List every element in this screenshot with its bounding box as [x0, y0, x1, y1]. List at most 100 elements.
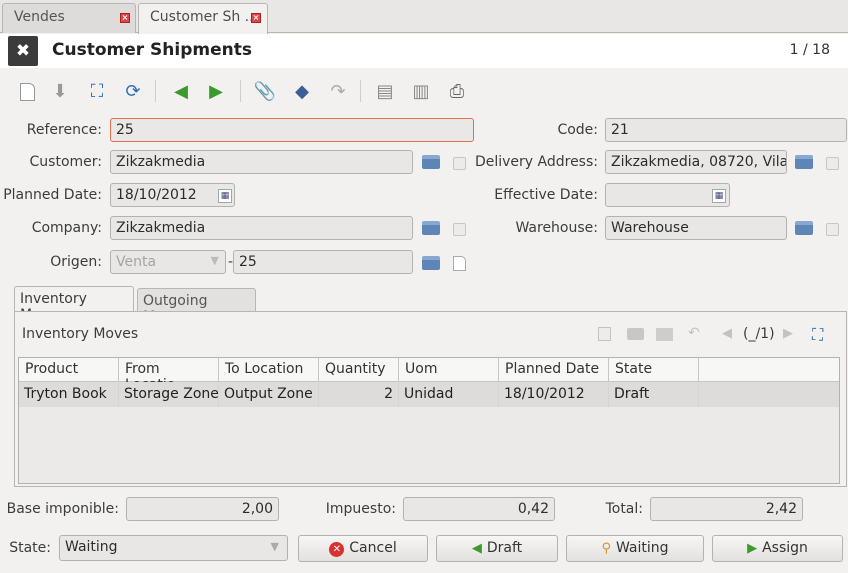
column-header-uom[interactable]: Uom	[399, 358, 499, 382]
tab-inventory-moves[interactable]: Inventory Moves	[14, 286, 134, 323]
planned-date-field[interactable]: 18/10/2012	[110, 183, 235, 207]
previous-icon[interactable]: ◀	[722, 326, 732, 341]
next-icon[interactable]: ▶	[783, 326, 793, 341]
total-label: Total:	[605, 501, 643, 517]
attachment-icon[interactable]: 📎	[252, 79, 278, 105]
reference-label: Reference:	[26, 122, 102, 138]
origen-type-select[interactable]: Venta ▼	[110, 250, 226, 274]
undo-icon[interactable]: ↶	[688, 325, 700, 341]
cell-state: Draft	[609, 383, 699, 407]
arrow-left-icon: ◀	[471, 541, 482, 556]
tab-customer-shipments[interactable]: Customer Sh ... ×	[138, 3, 268, 34]
tab-vendes[interactable]: Vendes ×	[2, 3, 136, 33]
customer-field[interactable]: Zikzakmedia	[110, 150, 413, 174]
assign-button[interactable]: ▶ Assign	[712, 535, 843, 562]
new-record-icon[interactable]	[14, 79, 40, 105]
cancel-button[interactable]: ✕ Cancel	[298, 535, 428, 562]
cell-uom: Unidad	[399, 383, 499, 407]
code-field[interactable]: 21	[605, 118, 847, 142]
effective-date-label: Effective Date:	[494, 187, 598, 203]
origen-field[interactable]: 25	[233, 250, 413, 274]
tab-label: Customer Sh ...	[150, 9, 259, 25]
checkbox[interactable]	[453, 157, 466, 170]
toolbar-divider	[240, 80, 241, 102]
close-icon[interactable]: ×	[120, 13, 130, 23]
previous-record-icon[interactable]: ◀	[168, 79, 194, 105]
waiting-button-label: Waiting	[615, 540, 669, 556]
tab-label: Vendes	[14, 9, 65, 25]
next-record-icon[interactable]: ▶	[203, 79, 229, 105]
toolbar-divider	[360, 80, 361, 102]
save-icon[interactable]: ⬇	[47, 79, 73, 105]
column-header-product[interactable]: Product	[19, 358, 119, 382]
draft-button-label: Draft	[486, 540, 523, 556]
impuesto-field[interactable]: 0,42	[403, 497, 555, 521]
state-label: State:	[9, 540, 51, 556]
state-value: Waiting	[65, 539, 118, 555]
code-label: Code:	[557, 122, 598, 138]
reference-field[interactable]: 25	[110, 118, 474, 142]
record-counter: 1 / 18	[789, 42, 830, 58]
tools-icon: ✖	[8, 36, 38, 66]
assign-button-label: Assign	[762, 540, 808, 556]
origen-label: Origen:	[50, 254, 102, 270]
column-header-from-location[interactable]: From Locatio	[119, 358, 219, 393]
cell-to-location: Output Zone	[219, 383, 319, 407]
new-document-icon[interactable]	[453, 256, 466, 271]
switch-view-icon[interactable]: ⛶	[812, 325, 823, 345]
dropdown-arrow-icon: ▼	[210, 254, 219, 267]
panel-title: Inventory Moves	[22, 326, 139, 342]
open-folder-icon[interactable]	[795, 221, 813, 235]
action-icon[interactable]: ◆	[289, 79, 315, 105]
report-icon[interactable]: ▤	[372, 79, 398, 105]
origen-type-value: Venta	[116, 254, 157, 270]
open-folder-icon[interactable]	[422, 155, 440, 169]
base-imponible-label: Base imponible:	[6, 501, 119, 517]
open-folder-icon[interactable]	[422, 221, 440, 235]
open-folder-icon[interactable]	[795, 155, 813, 169]
calendar-icon[interactable]: ▦	[712, 189, 726, 203]
broom-icon: ⚲	[601, 541, 611, 556]
cell-planned-date: 18/10/2012	[499, 383, 609, 407]
planned-date-label: Planned Date:	[3, 187, 102, 203]
delivery-address-field[interactable]: Zikzakmedia, 08720, Vilafr	[605, 150, 787, 174]
arrow-right-icon: ▶	[747, 541, 758, 556]
checkbox[interactable]	[826, 223, 839, 236]
open-folder-icon[interactable]	[422, 256, 440, 270]
checkbox[interactable]	[453, 223, 466, 236]
company-field[interactable]: Zikzakmedia	[110, 216, 413, 240]
relate-icon[interactable]: ↷	[325, 79, 351, 105]
new-line-icon[interactable]	[598, 327, 611, 341]
email-icon[interactable]: ▥	[408, 79, 434, 105]
column-header-filler	[699, 358, 839, 382]
open-folder-icon[interactable]	[627, 328, 644, 340]
close-icon[interactable]: ×	[251, 13, 261, 23]
total-field[interactable]: 2,42	[650, 497, 803, 521]
impuesto-label: Impuesto:	[325, 501, 396, 517]
cell-from-location: Storage Zone	[119, 383, 219, 407]
switch-view-icon[interactable]: ⛶	[84, 79, 110, 105]
column-header-quantity[interactable]: Quantity	[319, 358, 399, 382]
waiting-button[interactable]: ⚲ Waiting	[566, 535, 704, 562]
calendar-icon[interactable]: ▦	[218, 189, 232, 203]
base-imponible-field[interactable]: 2,00	[126, 497, 279, 521]
warehouse-field[interactable]: Warehouse	[605, 216, 787, 240]
column-header-planned-date[interactable]: Planned Date	[499, 358, 609, 382]
draft-button[interactable]: ◀ Draft	[436, 535, 558, 562]
toolbar-divider	[155, 80, 156, 102]
print-icon[interactable]: ⎙	[444, 79, 470, 105]
dropdown-arrow-icon: ▼	[270, 540, 279, 553]
reload-icon[interactable]: ⟳	[120, 79, 146, 105]
cancel-icon: ✕	[329, 542, 345, 557]
column-header-to-location[interactable]: To Location	[219, 358, 319, 382]
delete-icon[interactable]	[656, 328, 673, 341]
page-title: Customer Shipments	[52, 40, 252, 60]
company-label: Company:	[31, 220, 102, 236]
delivery-address-label: Delivery Address:	[474, 154, 598, 170]
pager-label: (_/1)	[743, 326, 775, 342]
cell-product: Tryton Book	[19, 383, 119, 407]
checkbox[interactable]	[826, 157, 839, 170]
state-select[interactable]: Waiting ▼	[59, 535, 288, 561]
cell-quantity: 2	[319, 383, 399, 407]
column-header-state[interactable]: State	[609, 358, 699, 382]
